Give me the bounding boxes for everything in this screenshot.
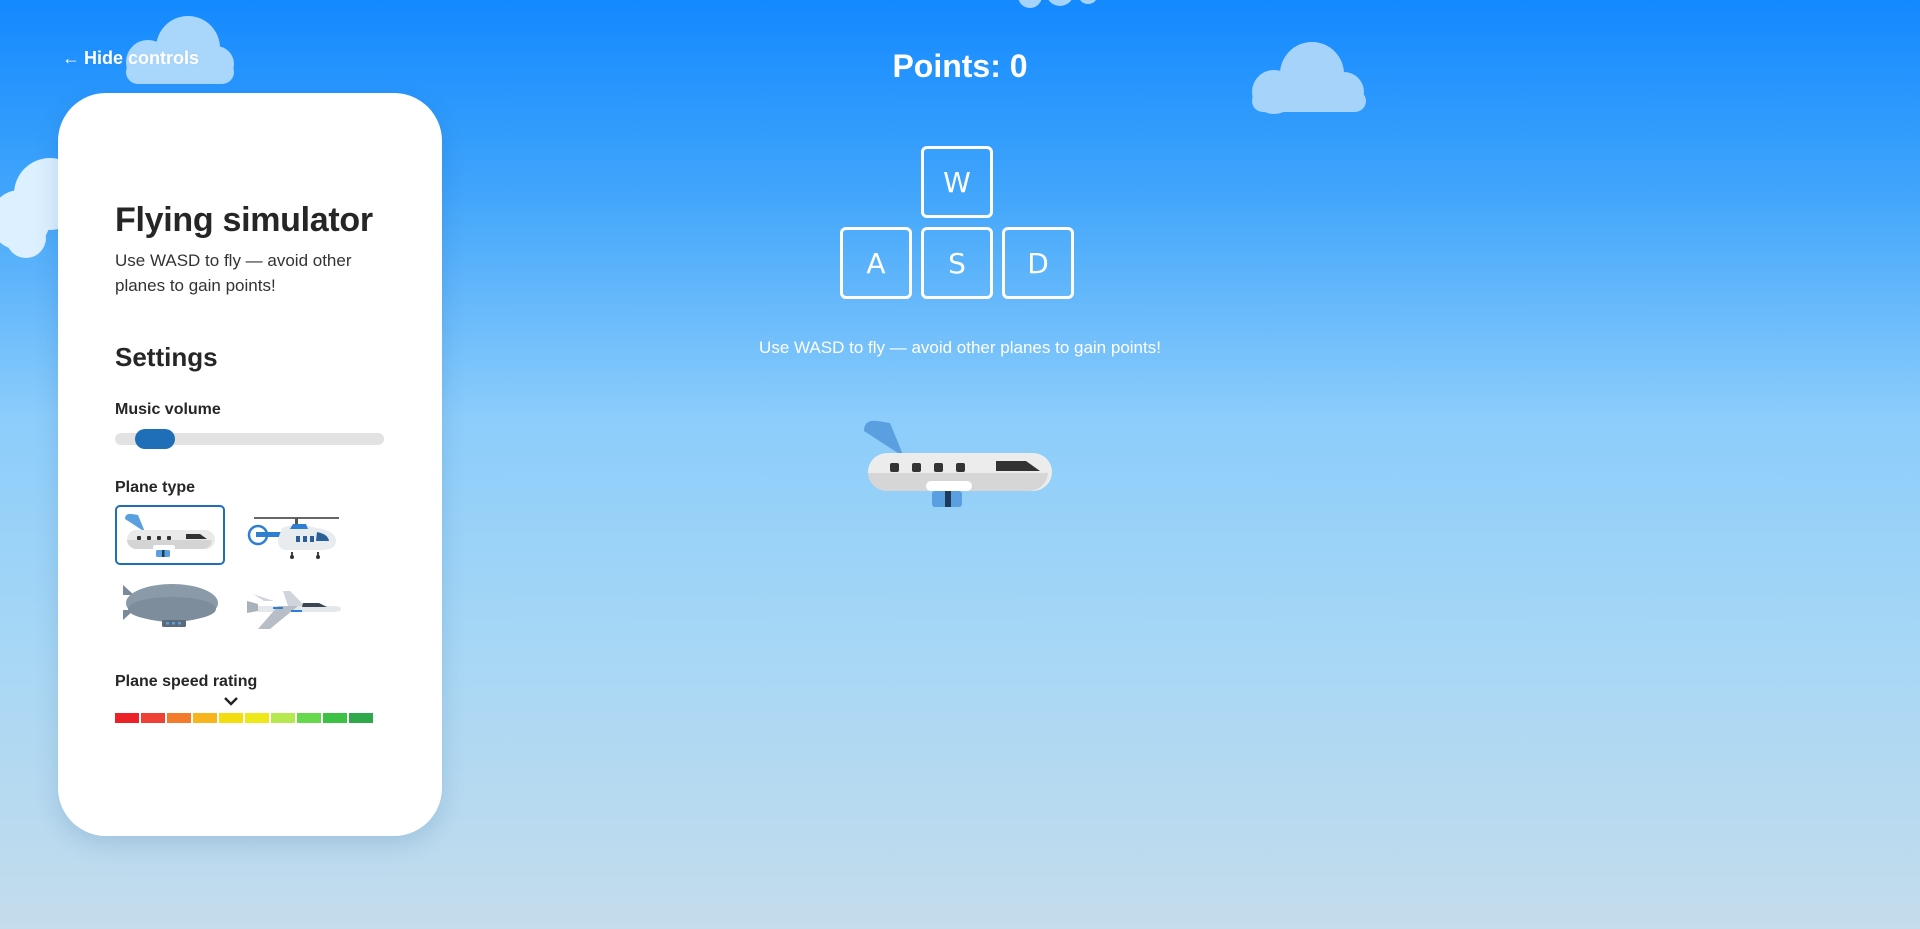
speed-segment (141, 713, 165, 723)
slider-thumb[interactable] (135, 429, 176, 449)
panel-title: Flying simulator (115, 201, 373, 239)
player-airplane-icon (864, 420, 1052, 507)
plane-type-grid (115, 505, 405, 635)
fighter-jet-icon (247, 591, 341, 629)
speed-segment (115, 713, 139, 723)
speed-segment (297, 713, 321, 723)
speed-segment (219, 713, 243, 723)
helicopter-icon (247, 517, 339, 559)
plane-option-fighter-jet[interactable] (238, 575, 348, 635)
key-s: S (921, 227, 993, 299)
controls-panel: Flying simulator Use WASD to fly — avoid… (58, 93, 442, 836)
chevron-down-icon (223, 695, 239, 710)
blimp-icon (123, 584, 218, 627)
arrow-left-icon: ← (62, 48, 80, 68)
airplane-icon (125, 513, 215, 557)
key-w: W (921, 146, 993, 218)
plane-type-label: Plane type (115, 479, 196, 496)
plane-option-helicopter[interactable] (238, 505, 348, 565)
speed-segment (323, 713, 347, 723)
panel-content: Flying simulator Use WASD to fly — avoid… (115, 201, 405, 725)
speed-segment (271, 713, 295, 723)
speed-segment (245, 713, 269, 723)
cloud-icon (1018, 0, 1096, 8)
plane-option-blimp[interactable] (115, 575, 225, 635)
speed-rating-label: Plane speed rating (115, 673, 258, 690)
points-counter: Points: 0 (892, 48, 1028, 84)
plane-option-airplane[interactable] (115, 505, 225, 565)
speed-rating-meter (115, 695, 375, 725)
settings-heading: Settings (115, 342, 218, 372)
speed-rating-bar (115, 713, 373, 723)
music-volume-slider[interactable] (115, 429, 384, 449)
key-a: A (840, 227, 912, 299)
wasd-keys: W A S D (838, 146, 1082, 304)
music-volume-label: Music volume (115, 401, 221, 418)
speed-segment (167, 713, 191, 723)
key-d: D (1002, 227, 1074, 299)
panel-subtitle: Use WASD to fly — avoid other planes to … (115, 251, 352, 295)
speed-segment (349, 713, 373, 723)
hide-controls-button[interactable]: ← Hide controls (62, 48, 199, 69)
speed-segment (193, 713, 217, 723)
hide-controls-label: Hide controls (84, 48, 200, 68)
